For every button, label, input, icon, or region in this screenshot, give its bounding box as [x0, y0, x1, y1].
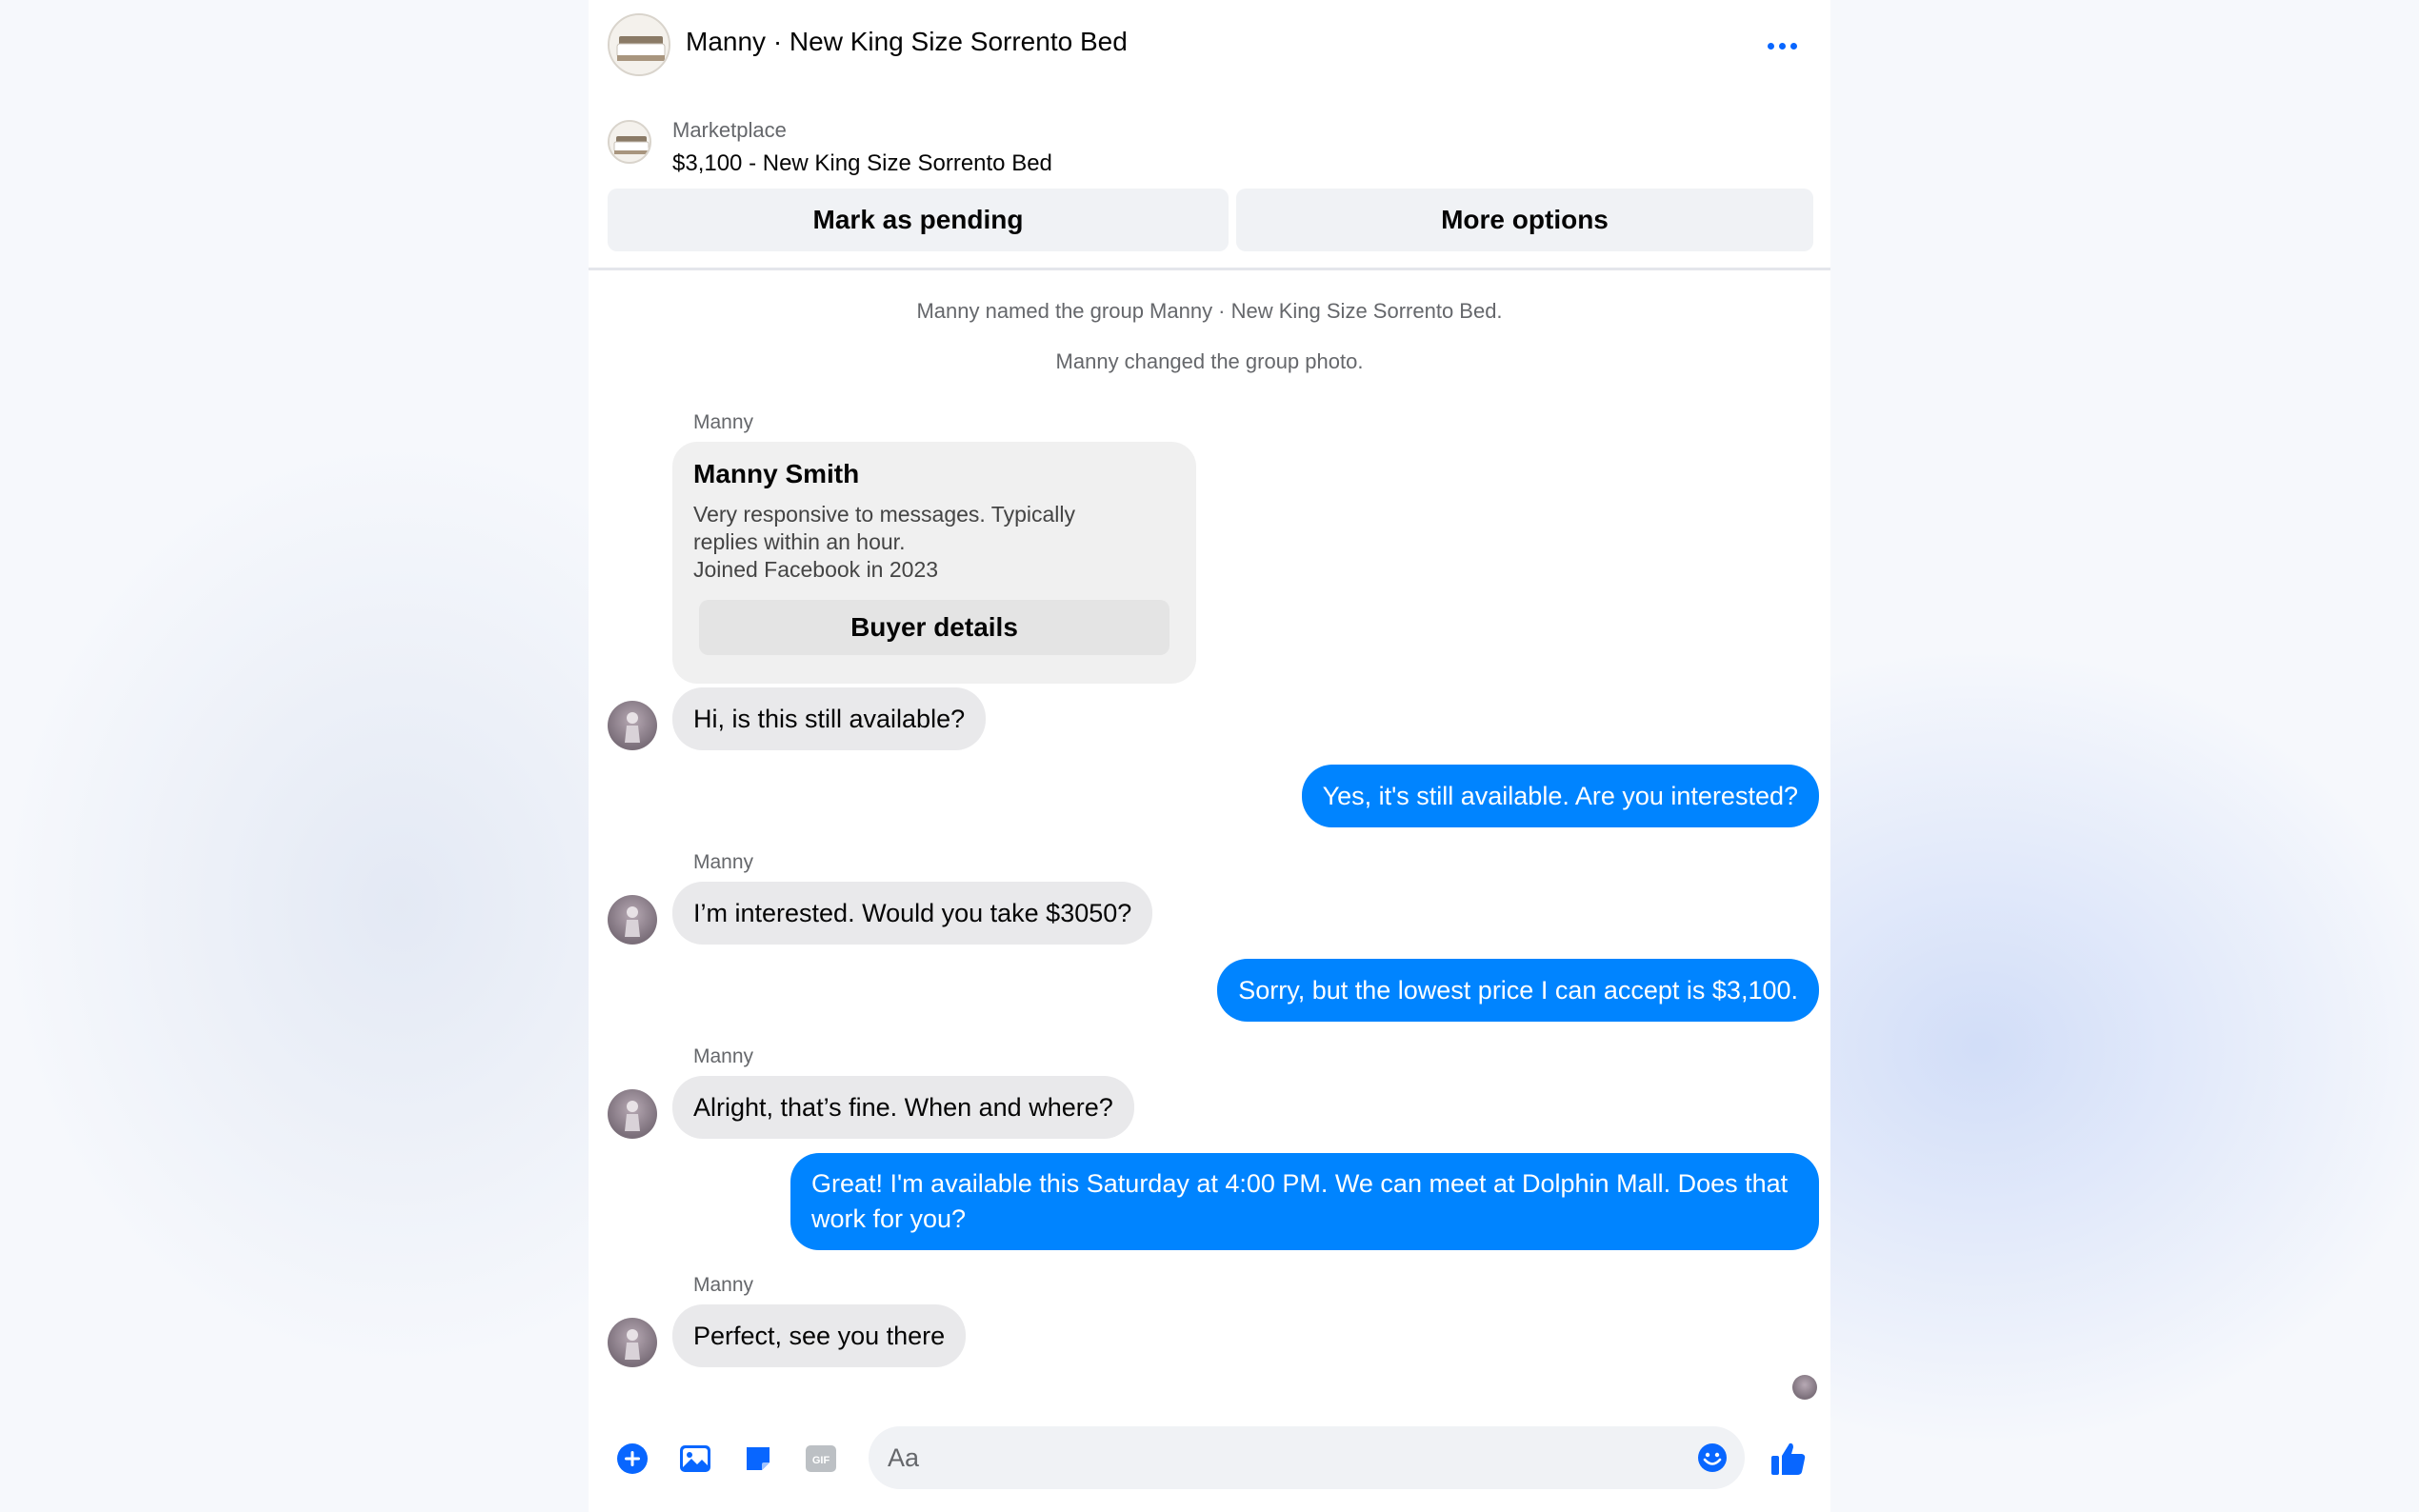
outgoing-message[interactable]: Great! I'm available this Saturday at 4:… [790, 1153, 1819, 1250]
sender-name: Manny [693, 1274, 754, 1296]
gif-icon[interactable]: GIF [792, 1430, 850, 1487]
buyer-details-button[interactable]: Buyer details [699, 600, 1170, 655]
avatar[interactable] [608, 895, 657, 945]
message-input-wrapper [869, 1426, 1745, 1489]
system-message: Manny changed the group photo. [1055, 349, 1364, 373]
group-photo[interactable] [608, 13, 670, 76]
listing-title[interactable]: $3,100 - New King Size Sorrento Bed [672, 150, 1052, 177]
conversation-title: Manny · New King Size Sorrento Bed [686, 27, 1128, 56]
buyer-joined: Joined Facebook in 2023 [693, 557, 939, 582]
photo-icon[interactable] [667, 1430, 724, 1487]
sticker-icon[interactable] [730, 1430, 787, 1487]
emoji-icon[interactable] [1693, 1439, 1731, 1477]
message-input[interactable] [888, 1426, 1669, 1489]
incoming-message[interactable]: Perfect, see you there [672, 1304, 967, 1367]
more-options-button[interactable]: More options [1236, 189, 1813, 251]
outgoing-message[interactable]: Sorry, but the lowest price I can accept… [1217, 959, 1819, 1022]
mark-as-pending-button[interactable]: Mark as pending [608, 189, 1229, 251]
buyer-responsiveness: Very responsive to messages. Typically [693, 502, 1075, 527]
sender-name: Manny [693, 411, 754, 433]
system-message: Manny named the group Manny · New King S… [916, 299, 1503, 323]
avatar[interactable] [608, 701, 657, 750]
avatar[interactable] [608, 1318, 657, 1367]
chat-header: Manny · New King Size Sorrento Bed [589, 0, 1830, 91]
message-composer: GIF [589, 1419, 1830, 1499]
avatar[interactable] [608, 1089, 657, 1139]
listing-thumbnail[interactable] [608, 120, 651, 164]
incoming-message[interactable]: Alright, that’s fine. When and where? [672, 1076, 1134, 1139]
sender-name: Manny [693, 851, 754, 873]
marketplace-label: Marketplace [672, 118, 787, 142]
read-receipt-avatar [1792, 1375, 1817, 1400]
incoming-message[interactable]: Hi, is this still available? [672, 687, 987, 750]
gif-icon-label: GIF [812, 1455, 830, 1466]
buyer-name: Manny Smith [693, 459, 860, 488]
outgoing-message[interactable]: Yes, it's still available. Are you inter… [1301, 765, 1819, 827]
more-horizontal-icon[interactable] [1758, 27, 1806, 65]
buyer-responsiveness-cont: replies within an hour. [693, 529, 906, 554]
plus-circle-icon[interactable] [604, 1430, 661, 1487]
header-divider [589, 268, 1830, 270]
incoming-message[interactable]: I’m interested. Would you take $3050? [672, 882, 1153, 945]
thumbs-up-icon[interactable] [1760, 1430, 1817, 1487]
chat-panel: Manny · New King Size Sorrento Bed Marke… [589, 0, 1830, 1512]
buyer-profile-card: Manny Smith Very responsive to messages.… [672, 442, 1196, 684]
sender-name: Manny [693, 1045, 754, 1067]
